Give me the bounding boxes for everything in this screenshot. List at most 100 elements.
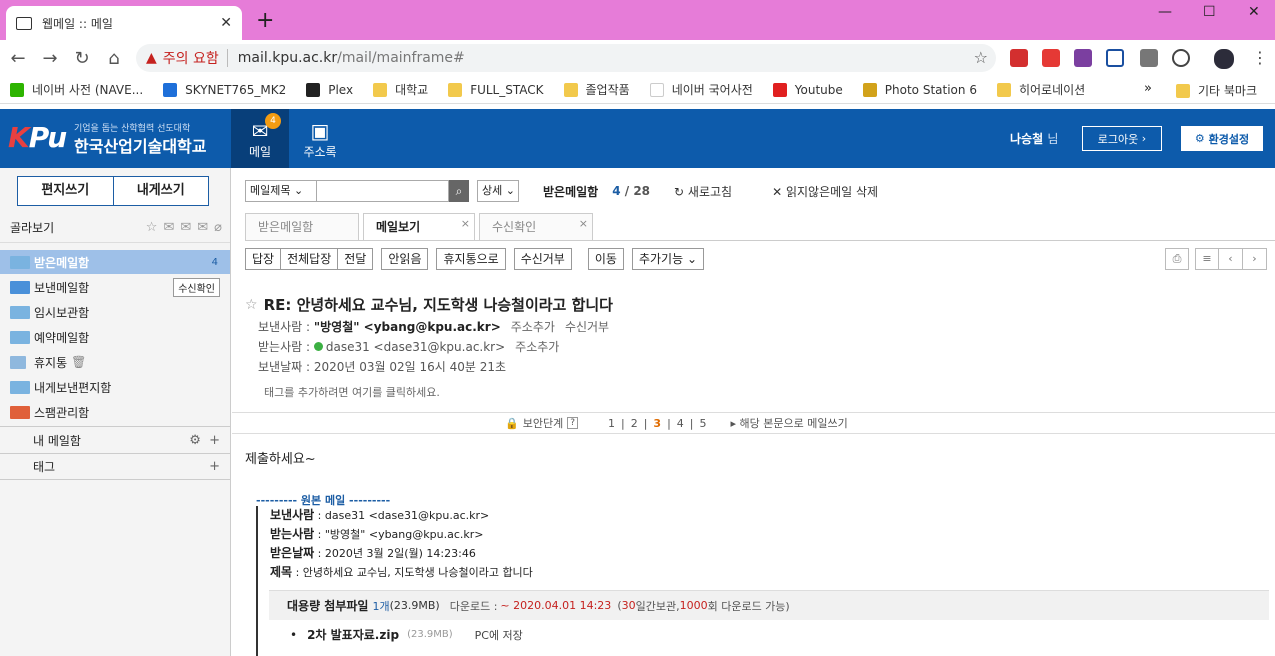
new-tab-icon[interactable]: + — [256, 8, 274, 33]
url-text[interactable]: mail.kpu.ac.kr/mail/mainframe# — [238, 50, 465, 66]
empty-trash-icon[interactable]: 🗑 — [71, 355, 86, 369]
block-link[interactable]: 수신거부 — [565, 320, 609, 334]
star-icon[interactable]: ☆ — [245, 297, 258, 313]
sidebar-item-trash[interactable]: 휴지통 🗑 — [0, 350, 230, 374]
more-bookmarks-icon[interactable]: » — [1144, 81, 1152, 96]
reply-all-button[interactable]: 전체답장 — [281, 248, 339, 270]
close-window-icon[interactable]: ✕ — [1248, 4, 1260, 20]
close-tab-icon[interactable]: ✕ — [220, 15, 232, 31]
detail-select[interactable]: 상세 ⌄ — [477, 180, 519, 202]
move-button[interactable]: 이동 — [587, 248, 624, 270]
security-warning[interactable]: 주의 요함 — [163, 48, 219, 68]
security-level[interactable]: 3 — [653, 417, 661, 430]
unread-filter-icon[interactable]: ✉ — [163, 220, 174, 235]
read-filter-icon[interactable]: ✉ — [180, 220, 191, 235]
from-value[interactable]: "방영철" <ybang@kpu.ac.kr> — [314, 320, 501, 334]
close-tab-icon[interactable]: × — [579, 210, 588, 237]
tab-view-mail[interactable]: 메일보기 × — [363, 213, 475, 241]
tab-read-receipt[interactable]: 수신확인 × — [479, 213, 593, 241]
bookmark-item[interactable]: 졸업작품 — [563, 81, 630, 98]
minimize-icon[interactable]: — — [1158, 4, 1172, 20]
more-functions-button[interactable]: 추가기능 ⌄ — [631, 248, 704, 270]
to-value[interactable]: dase31 <dase31@kpu.ac.kr> — [326, 340, 505, 354]
home-icon[interactable]: ⌂ — [98, 48, 130, 69]
other-bookmarks[interactable]: 기타 북마크 — [1176, 82, 1257, 99]
bookmark-item[interactable]: Plex — [306, 82, 353, 97]
bookmark-item[interactable]: 네이버 사전 (NAVE... — [10, 81, 143, 98]
sidebar-item-spam[interactable]: 스팸관리함 — [0, 400, 230, 424]
save-to-pc-link[interactable]: PC에 저장 — [475, 627, 523, 643]
adblock-icon[interactable] — [1010, 49, 1028, 67]
menu-mail[interactable]: ✉ 4 메일 — [231, 109, 289, 168]
add-tag-icon[interactable]: + — [209, 459, 220, 474]
kpu-logo[interactable]: KPu — [8, 121, 67, 154]
search-input[interactable] — [317, 180, 449, 202]
block-sender-button[interactable]: 수신거부 — [513, 248, 572, 270]
bookmark-item[interactable]: Youtube — [772, 82, 843, 97]
bookmark-item[interactable]: 네이버 국어사전 — [649, 81, 753, 98]
print-icon[interactable]: ⎙ — [1165, 248, 1189, 270]
sidebar-item-scheduled[interactable]: 예약메일함 — [0, 325, 230, 349]
orig-date-line: 받은날짜 : 2020년 3월 2일(월) 14:23:46 — [270, 544, 533, 563]
sidebar-item-sent[interactable]: 보낸메일함 수신확인 — [0, 275, 230, 299]
sidebar-item-inbox[interactable]: 받은메일함 4 — [0, 250, 230, 274]
star-filter-icon[interactable]: ☆ — [146, 220, 158, 235]
menu-address-book[interactable]: ▣ 주소록 — [291, 109, 349, 168]
attachment-file-name[interactable]: 2차 발표자료.zip — [307, 626, 399, 643]
settings-button[interactable]: ⚙ 환경설정 — [1181, 126, 1263, 151]
add-contact-link[interactable]: 주소추가 — [515, 340, 559, 354]
move-to-trash-button[interactable]: 휴지통으로 — [436, 248, 506, 270]
browser-menu-icon[interactable]: ⋮ — [1252, 48, 1268, 67]
bookmark-item[interactable]: FULL_STACK — [448, 82, 544, 97]
profile-avatar[interactable] — [1214, 49, 1234, 69]
onenote-icon[interactable] — [1074, 49, 1092, 67]
tags-section[interactable]: 태그 + — [0, 453, 230, 480]
reload-icon[interactable]: ↻ — [66, 48, 98, 69]
security-level[interactable]: 5 — [700, 417, 707, 430]
browser-tab[interactable]: 웹메일 :: 메일 ✕ — [6, 6, 242, 40]
bookmark-star-icon[interactable]: ☆ — [974, 48, 988, 67]
tab-inbox[interactable]: 받은메일함 — [245, 213, 359, 241]
next-icon[interactable]: › — [1243, 248, 1267, 270]
forward-icon[interactable]: → — [34, 48, 66, 69]
reply-button[interactable]: 답장 — [245, 248, 282, 270]
security-level[interactable]: 1 — [608, 417, 615, 430]
search-field-select[interactable]: 메일제목 ⌄ — [245, 180, 317, 202]
bookmark-item[interactable]: SKYNET765_MK2 — [163, 82, 286, 97]
logout-button[interactable]: 로그아웃 › — [1082, 126, 1162, 151]
list-view-icon[interactable]: ≡ — [1195, 248, 1219, 270]
extension-red-icon[interactable] — [1042, 49, 1060, 67]
bookmark-item[interactable]: 히어로네이션 — [996, 81, 1085, 98]
delete-unread-button[interactable]: ✕ 읽지않은메일 삭제 — [772, 183, 878, 200]
close-tab-icon[interactable]: × — [461, 210, 470, 237]
security-level[interactable]: 4 — [677, 417, 684, 430]
security-level[interactable]: 2 — [631, 417, 638, 430]
tag-hint[interactable]: 태그를 추가하려면 여기를 클릭하세요. — [264, 384, 440, 400]
my-mailbox-section[interactable]: 내 메일함 ⚙ + — [0, 426, 230, 453]
forward-button[interactable]: 전달 — [338, 248, 374, 270]
search-icon[interactable]: ⌕ — [449, 180, 469, 202]
important-filter-icon[interactable]: ✉ — [197, 220, 208, 235]
address-bar[interactable]: ▲ 주의 요함 mail.kpu.ac.kr/mail/mainframe# ☆ — [136, 44, 996, 72]
sidebar-item-self-sent[interactable]: 내게보낸편지함 — [0, 375, 230, 399]
back-icon[interactable]: ← — [2, 48, 34, 69]
reply-with-body-link[interactable]: ▸ 해당 본문으로 메일쓰기 — [731, 415, 848, 431]
write-button[interactable]: 편지쓰기 — [18, 177, 114, 205]
grid-extension-icon[interactable] — [1106, 49, 1124, 67]
maximize-icon[interactable]: ☐ — [1203, 4, 1216, 20]
add-contact-link[interactable]: 주소추가 — [511, 320, 555, 334]
bookmark-item[interactable]: Photo Station 6 — [862, 82, 977, 97]
mark-unread-button[interactable]: 안읽음 — [381, 248, 429, 270]
sidebar-item-drafts[interactable]: 임시보관함 — [0, 300, 230, 324]
gear-plus-icon[interactable]: ⚙ + — [189, 433, 220, 448]
message-position: 4 / 28 — [612, 184, 650, 198]
write-to-self-button[interactable]: 내게쓰기 — [114, 177, 209, 205]
sync-extension-icon[interactable] — [1172, 49, 1190, 67]
bookmark-item[interactable]: 대학교 — [373, 81, 428, 98]
read-receipt-button[interactable]: 수신확인 — [173, 277, 220, 297]
prev-icon[interactable]: ‹ — [1219, 248, 1243, 270]
attachment-filter-icon[interactable]: ⌀ — [214, 220, 222, 235]
refresh-button[interactable]: ↻ 새로고침 — [674, 183, 732, 200]
eyedropper-icon[interactable] — [1140, 49, 1158, 67]
help-icon[interactable]: ? — [567, 417, 578, 429]
